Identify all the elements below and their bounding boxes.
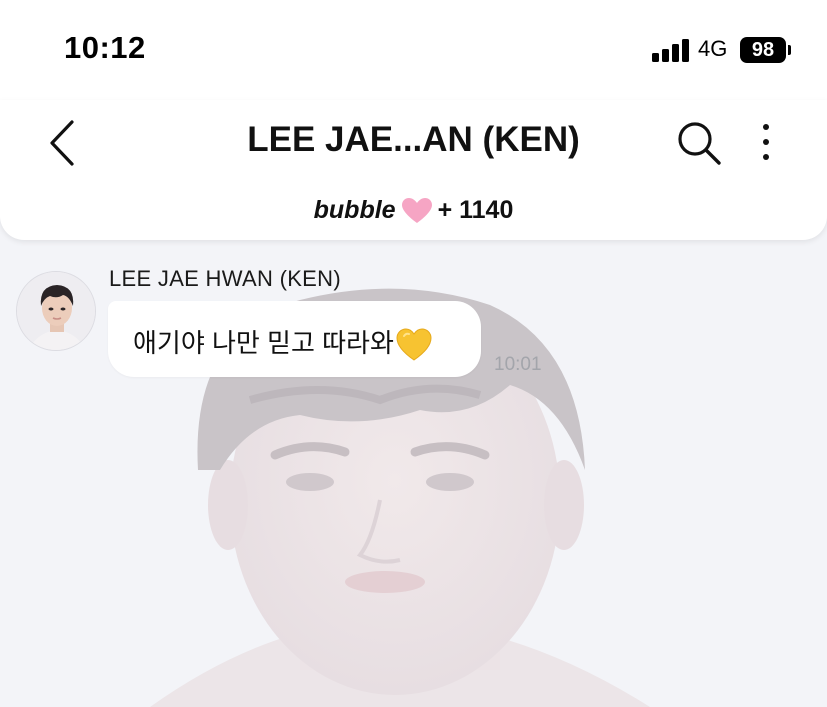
cellular-signal-icon	[652, 39, 689, 62]
search-icon[interactable]	[676, 120, 722, 166]
message-sender: LEE JAE HWAN (KEN)	[109, 266, 341, 291]
yellow-heart-emoji-icon	[396, 328, 432, 361]
bubble-logo: bubble	[313, 196, 396, 224]
battery-icon: 98	[740, 37, 792, 63]
status-time: 10:12	[64, 30, 146, 65]
avatar[interactable]	[16, 271, 96, 351]
bubble-count: + 1140	[437, 196, 514, 224]
heart-icon	[401, 197, 432, 223]
network-type: 4G	[698, 36, 728, 61]
battery-level: 98	[740, 37, 786, 63]
chat-header: LEE JAE...AN (KEN) bubble + 1140	[0, 100, 827, 240]
message-text-row: 애기야 나만 믿고 따라와	[133, 323, 432, 362]
status-bar: 10:12 4G 98	[0, 0, 827, 100]
avatar-image	[17, 272, 95, 350]
message-bubble[interactable]: 애기야 나만 믿고 따라와	[108, 301, 481, 377]
chat-title: LEE JAE...AN (KEN)	[247, 120, 580, 159]
bubble-status: bubble + 1140	[0, 196, 827, 225]
chevron-left-icon[interactable]	[44, 118, 84, 168]
message-timestamp: 10:01	[494, 354, 542, 375]
more-vertical-icon[interactable]	[756, 122, 776, 162]
message-text: 애기야 나만 믿고 따라와	[133, 328, 394, 358]
